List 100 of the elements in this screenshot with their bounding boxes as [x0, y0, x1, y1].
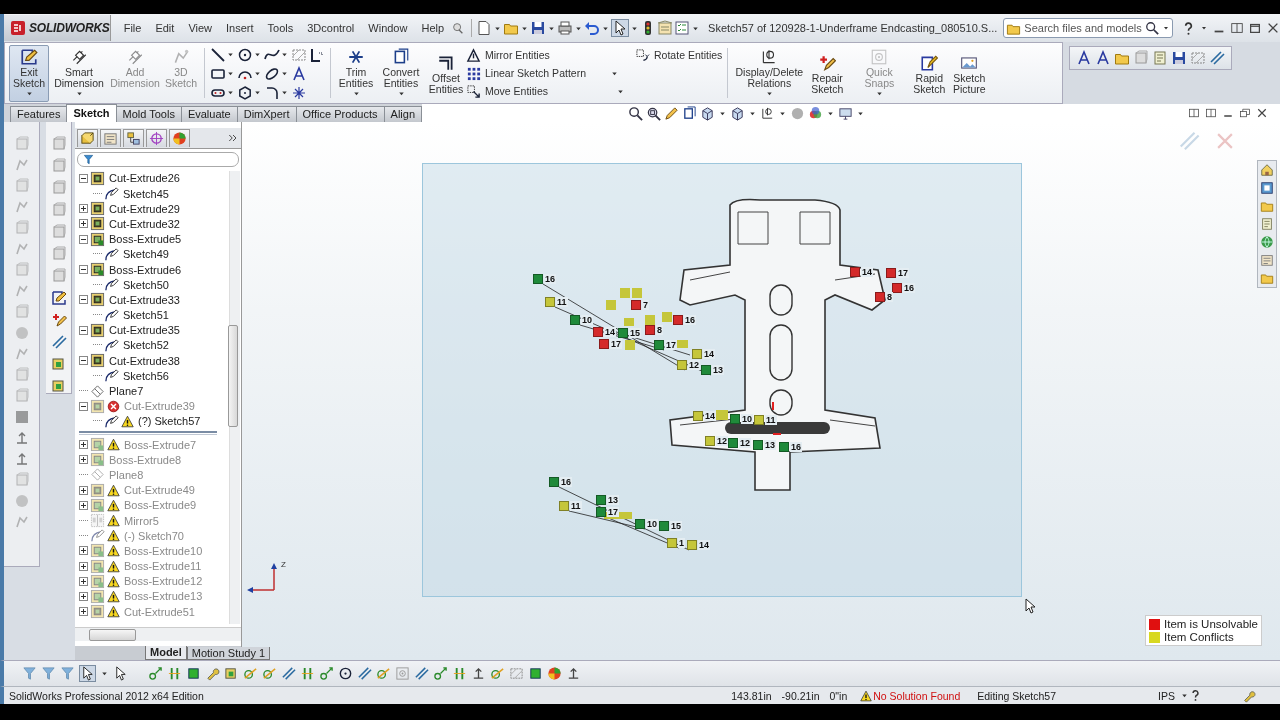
ribbon-button[interactable]: Mirror Entities: [466, 46, 550, 64]
menu-item[interactable]: 3Dcontrol: [300, 22, 362, 34]
legend-label: Item is Unsolvable: [1164, 618, 1258, 630]
tree-item-label[interactable]: Boss-Extrude5: [109, 233, 182, 246]
units-text[interactable]: IPS: [1153, 689, 1180, 702]
tree-item-label[interactable]: Cut-Extrude35: [109, 324, 180, 337]
marker-number: 14: [604, 327, 616, 337]
document-title: Sketch57 of 120928-1-Underframe Endcasting_080510.S...: [708, 22, 998, 34]
tree-item-label[interactable]: Boss-Extrude10: [124, 544, 203, 557]
marker-number: 10: [646, 519, 658, 529]
marker-number: 17: [665, 340, 677, 350]
tree-item-label[interactable]: Cut-Extrude49: [124, 484, 195, 497]
command-tab[interactable]: Features: [10, 106, 68, 122]
tree-item-label[interactable]: Cut-Extrude51: [124, 605, 195, 618]
command-tab[interactable]: Align: [383, 106, 422, 122]
edition-text: SolidWorks Professional 2012 x64 Edition: [9, 689, 204, 702]
ribbon-button[interactable]: Offset Entities: [426, 45, 466, 98]
marker-number: 10: [741, 414, 753, 424]
tree-item-label[interactable]: Boss-Extrude12: [124, 575, 203, 588]
marker-number: 13: [764, 440, 776, 450]
search-field[interactable]: Search files and models: [1003, 18, 1174, 38]
marker-number: 11: [556, 297, 568, 307]
ribbon-button[interactable]: Trim Entities: [336, 45, 376, 102]
tree-item-label[interactable]: Boss-Extrude6: [109, 263, 182, 276]
marker-number: 16: [790, 442, 802, 452]
tree-item-label[interactable]: Sketch51: [123, 309, 169, 322]
command-tab[interactable]: Sketch: [66, 104, 117, 122]
marker-number: 12: [739, 438, 751, 448]
ribbon-button[interactable]: Smart Dimension: [51, 45, 107, 102]
ribbon-button[interactable]: Linear Sketch Pattern: [466, 64, 586, 82]
tree-item-label[interactable]: Cut-Extrude39: [124, 400, 195, 413]
ribbon-button[interactable]: Move Entities: [466, 82, 549, 100]
marker-number: 13: [607, 495, 619, 505]
menu-item[interactable]: Window: [361, 22, 415, 34]
marker-number: 8: [886, 292, 893, 302]
command-tab[interactable]: Office Products: [295, 106, 385, 122]
legend-label: Item Conflicts: [1164, 631, 1234, 643]
marker-number: 16: [684, 315, 696, 325]
editing-status-text: Editing Sketch57: [976, 689, 1058, 702]
marker-number: 8: [656, 325, 663, 335]
ribbon-button[interactable]: Repair Sketch: [807, 45, 848, 98]
ribbon-button[interactable]: Exit Sketch: [9, 45, 49, 102]
tree-item-label[interactable]: Boss-Extrude13: [124, 590, 203, 603]
marker-number: 13: [712, 365, 724, 375]
menu-item[interactable]: Help: [414, 22, 452, 34]
marker-number: 12: [688, 360, 700, 370]
tree-item-label[interactable]: Plane7: [109, 385, 144, 397]
ribbon-button[interactable]: Display/Delete Relations: [733, 45, 806, 102]
ribbon-button[interactable]: Rapid Sketch: [911, 45, 948, 98]
tree-item-label[interactable]: (?) Sketch57: [138, 415, 201, 428]
marker-number: 14: [861, 267, 873, 277]
marker-number: 16: [903, 283, 915, 293]
marker-number: 11: [570, 501, 582, 511]
axis-label: Z: [281, 560, 286, 569]
command-tab[interactable]: Mold Tools: [115, 106, 182, 122]
marker-number: 12: [716, 436, 728, 446]
ribbon-button[interactable]: Convert Entities: [378, 45, 424, 102]
command-tab[interactable]: Evaluate: [180, 106, 238, 122]
tree-item-label[interactable]: Boss-Extrude9: [124, 499, 197, 512]
tree-item-label[interactable]: Sketch56: [123, 369, 169, 382]
tree-item-label[interactable]: Sketch49: [123, 248, 169, 261]
tree-item-label[interactable]: Cut-Extrude38: [109, 354, 180, 367]
menu-item[interactable]: Insert: [219, 22, 261, 34]
marker-number: 11: [765, 415, 777, 425]
marker-number: 15: [629, 328, 641, 338]
tree-tab[interactable]: Motion Study 1: [186, 647, 271, 660]
menu-item[interactable]: Tools: [260, 22, 301, 34]
command-tab[interactable]: DimXpert: [236, 106, 297, 122]
tree-item-label[interactable]: Sketch52: [123, 339, 169, 352]
tree-item-label[interactable]: Cut-Extrude26: [109, 172, 180, 185]
menu-item[interactable]: File: [116, 22, 149, 34]
tree-item-label[interactable]: Boss-Extrude8: [109, 453, 182, 466]
coordinate-text: -90.21in: [780, 689, 821, 702]
marker-number: 17: [610, 339, 622, 349]
tree-item-label[interactable]: Sketch50: [123, 278, 169, 291]
tree-tab[interactable]: Model: [145, 646, 187, 660]
tree-item-label[interactable]: Cut-Extrude32: [109, 217, 180, 230]
tree-item-label[interactable]: Cut-Extrude33: [109, 293, 180, 306]
tree-item-label[interactable]: Boss-Extrude11: [124, 560, 202, 573]
app-logo-text: SOLIDWORKS: [29, 21, 110, 35]
marker-number: 14: [703, 349, 715, 359]
marker-number: 17: [897, 268, 909, 278]
search-input[interactable]: Search files and models: [1024, 22, 1143, 34]
ribbon-button[interactable]: Rotate Entities: [635, 46, 723, 64]
tree-item-label[interactable]: Cut-Extrude29: [109, 202, 180, 215]
marker-number: 10: [581, 315, 593, 325]
tree-item-label[interactable]: Sketch45: [123, 187, 169, 200]
ribbon-button[interactable]: Sketch Picture: [949, 45, 990, 98]
tree-item-label[interactable]: Mirror5: [124, 514, 159, 527]
coordinate-text: 143.81in: [730, 689, 773, 702]
tree-item-label[interactable]: Boss-Extrude7: [124, 438, 197, 451]
marker-number: 16: [560, 477, 572, 487]
coordinate-text: 0"in: [828, 689, 849, 702]
marker-number: 14: [704, 411, 716, 421]
tree-item-label[interactable]: (-) Sketch70: [124, 529, 184, 542]
menu-item[interactable]: View: [181, 22, 220, 34]
marker-number: 16: [544, 274, 556, 284]
marker-number: 14: [698, 540, 710, 550]
menu-item[interactable]: Edit: [148, 22, 182, 34]
tree-item-label[interactable]: Plane8: [109, 468, 144, 481]
